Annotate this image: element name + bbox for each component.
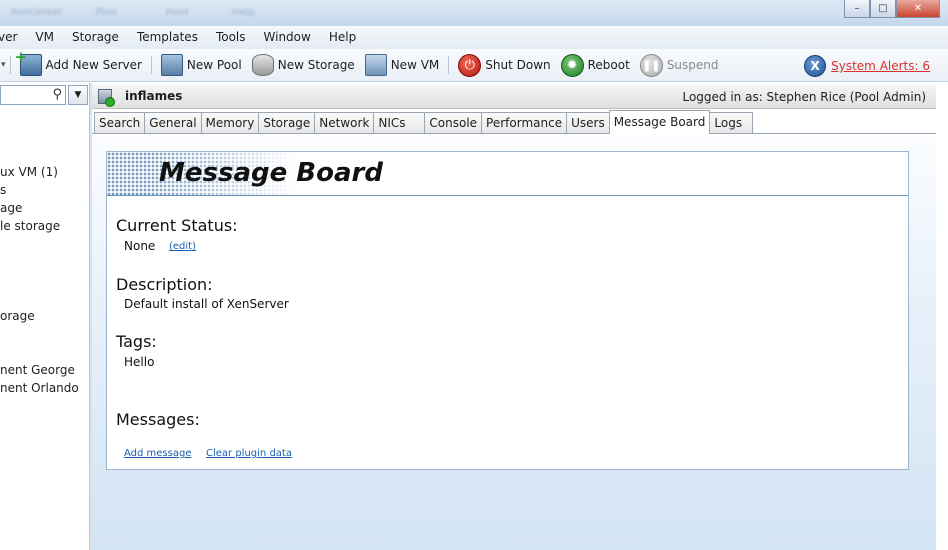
clear-plugin-data-link[interactable]: Clear plugin data [206,448,292,459]
menu-server[interactable]: ver [0,26,26,49]
new-vm-icon [364,54,387,76]
reboot-button[interactable]: ✹ Reboot [556,52,635,78]
power-icon: ⏻ [458,53,482,77]
tab-nics[interactable]: NICs [373,112,426,134]
chevron-down-icon: ▼ [74,90,82,100]
system-alert-icon: X [804,55,827,77]
add-new-server-button[interactable]: Add New Server [15,48,147,78]
search-icon[interactable]: ⚲ [52,87,62,102]
tab-performance[interactable]: Performance [481,112,568,134]
menu-bar: ver VM Storage Templates Tools Window He… [0,26,948,49]
minimize-button[interactable]: – [844,0,870,18]
host-running-icon [98,89,115,107]
tree-item[interactable]: age [0,201,22,215]
menu-tools[interactable]: Tools [207,26,255,49]
add-server-icon [15,48,42,76]
message-board-banner: Message Board [107,152,908,196]
menu-templates[interactable]: Templates [128,26,207,49]
tree-item[interactable]: nent George [0,363,75,377]
current-status-label: Current Status: [116,216,238,235]
edit-status-link[interactable]: (edit) [169,241,196,252]
add-server-label: Add New Server [45,58,142,72]
suspend-button[interactable]: ❚❚ Suspend [635,52,724,78]
tab-network[interactable]: Network [314,112,375,134]
tab-content-area: Message Board Current Status: None (edit… [92,134,936,550]
new-pool-label: New Pool [186,58,242,72]
title-text-3: Host [166,7,189,18]
host-name: inflames [125,89,183,103]
description-value: Default install of XenServer [124,297,289,311]
toolbar-separator [9,56,11,74]
description-label: Description: [116,275,213,294]
toolbar-separator [150,56,152,74]
shut-down-label: Shut Down [485,58,551,72]
menu-storage[interactable]: Storage [63,26,128,49]
window-controls: – □ ✕ [844,0,940,18]
close-icon: ✕ [913,3,923,14]
window-title-bar: XenCenter Pool Host Help – □ ✕ [0,0,948,26]
tree-item[interactable]: s [0,183,6,197]
close-button[interactable]: ✕ [896,0,940,18]
add-message-link[interactable]: Add message [124,448,191,459]
system-alerts[interactable]: X System Alerts: 6 [804,55,930,77]
tags-value: Hello [124,355,155,369]
shut-down-button[interactable]: ⏻ Shut Down [453,52,555,78]
tags-label: Tags: [116,332,157,351]
menu-window[interactable]: Window [255,26,320,49]
current-status-value: None [124,239,156,253]
tree-item[interactable]: orage [0,309,35,323]
tab-message-board[interactable]: Message Board [608,110,711,134]
logged-in-as: Logged in as: Stephen Rice (Pool Admin) [682,90,926,104]
title-text-4: Help [232,7,255,18]
reboot-icon: ✹ [560,53,584,77]
tree-item[interactable]: nent Orlando [0,381,79,395]
pause-icon: ❚❚ [639,53,663,77]
tab-search[interactable]: Search [94,112,146,134]
toolbar-separator [448,56,450,74]
tree-item[interactable]: le storage [0,219,60,233]
tab-storage[interactable]: Storage [258,112,316,134]
suspend-label: Suspend [666,58,719,72]
new-vm-label: New VM [390,58,440,72]
toolbar-overflow-icon[interactable]: ▾ [1,60,6,70]
tab-users[interactable]: Users [566,112,610,134]
tab-strip: Search General Memory Storage Network NI… [94,110,754,134]
new-storage-button[interactable]: New Storage [247,52,360,78]
search-input[interactable]: ⚲ [0,85,66,105]
reboot-label: Reboot [587,58,630,72]
system-alerts-link[interactable]: System Alerts: 6 [831,59,930,73]
new-vm-button[interactable]: New VM [360,52,445,78]
page-title: Message Board [159,158,383,188]
maximize-icon: □ [878,3,888,14]
new-pool-icon [160,54,183,76]
minimize-icon: – [854,3,860,14]
title-text-2: Pool [96,7,117,18]
new-storage-label: New Storage [277,58,355,72]
resource-tree-pane: ⚲ ▼ ux VM (1) s age le storage orage nen… [0,83,90,550]
object-header: inflames Logged in as: Stephen Rice (Poo… [92,85,936,109]
tab-logs[interactable]: Logs [709,112,754,134]
title-text-1: XenCenter [10,7,63,18]
new-storage-icon [251,54,274,76]
menu-vm[interactable]: VM [26,26,63,49]
tab-memory[interactable]: Memory [200,112,260,134]
new-pool-button[interactable]: New Pool [156,52,247,78]
search-dropdown-button[interactable]: ▼ [68,85,88,105]
tab-console[interactable]: Console [424,112,483,134]
message-board-panel: Message Board Current Status: None (edit… [106,151,909,470]
tree-item[interactable]: ux VM (1) [0,165,58,179]
messages-label: Messages: [116,410,200,429]
tab-general[interactable]: General [144,112,202,134]
menu-help[interactable]: Help [320,26,365,49]
maximize-button[interactable]: □ [870,0,896,18]
